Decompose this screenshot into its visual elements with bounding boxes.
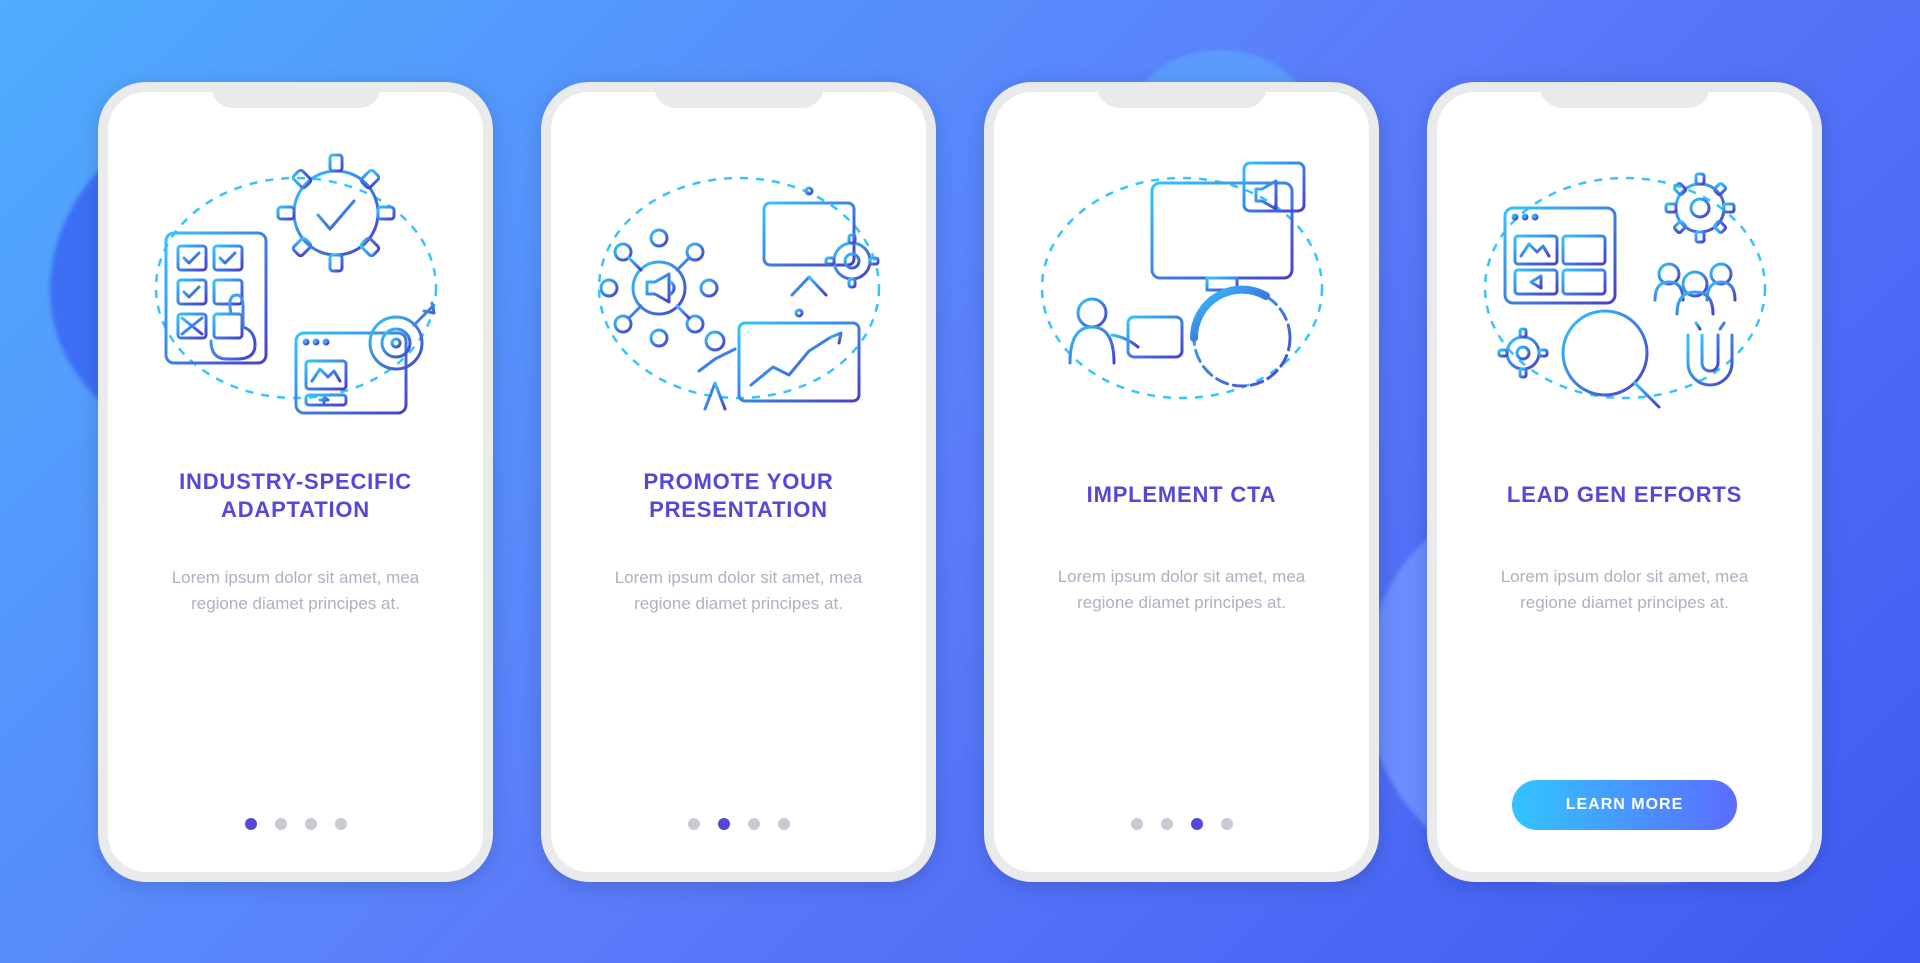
onboarding-screen-1: INDUSTRY-SPECIFIC ADAPTATION Lorem ipsum… — [98, 82, 493, 882]
dot-3[interactable] — [1191, 818, 1203, 830]
page-indicator — [1131, 818, 1233, 830]
screen-title: PROMOTE YOUR PRESENTATION — [643, 468, 833, 525]
screen-title: IMPLEMENT CTA — [1087, 468, 1277, 524]
onboarding-screen-2: PROMOTE YOUR PRESENTATION Lorem ipsum do… — [541, 82, 936, 882]
dot-4[interactable] — [335, 818, 347, 830]
phone-notch — [654, 82, 824, 108]
dot-1[interactable] — [245, 818, 257, 830]
phone-row: INDUSTRY-SPECIFIC ADAPTATION Lorem ipsum… — [0, 0, 1920, 963]
screen-body: Lorem ipsum dolor sit amet, mea regione … — [144, 565, 447, 618]
dot-3[interactable] — [748, 818, 760, 830]
onboarding-screen-4: LEAD GEN EFFORTS Lorem ipsum dolor sit a… — [1427, 82, 1822, 882]
lead-gen-icon — [1475, 138, 1775, 438]
learn-more-button[interactable]: LEARN MORE — [1512, 780, 1738, 830]
phone-notch — [1097, 82, 1267, 108]
page-indicator — [245, 818, 347, 830]
page-indicator — [688, 818, 790, 830]
dot-4[interactable] — [778, 818, 790, 830]
industry-adaptation-icon — [146, 138, 446, 438]
dot-2[interactable] — [275, 818, 287, 830]
implement-cta-icon — [1032, 138, 1332, 438]
screen-body: Lorem ipsum dolor sit amet, mea regione … — [1473, 564, 1776, 617]
phone-notch — [211, 82, 381, 108]
dot-3[interactable] — [305, 818, 317, 830]
phone-notch — [1540, 82, 1710, 108]
dot-2[interactable] — [718, 818, 730, 830]
screen-title: INDUSTRY-SPECIFIC ADAPTATION — [179, 468, 412, 525]
dot-4[interactable] — [1221, 818, 1233, 830]
dot-1[interactable] — [688, 818, 700, 830]
screen-title: LEAD GEN EFFORTS — [1507, 468, 1742, 524]
screen-body: Lorem ipsum dolor sit amet, mea regione … — [1030, 564, 1333, 617]
promote-presentation-icon — [589, 138, 889, 438]
onboarding-screen-3: IMPLEMENT CTA Lorem ipsum dolor sit amet… — [984, 82, 1379, 882]
screen-body: Lorem ipsum dolor sit amet, mea regione … — [587, 565, 890, 618]
dot-1[interactable] — [1131, 818, 1143, 830]
dot-2[interactable] — [1161, 818, 1173, 830]
